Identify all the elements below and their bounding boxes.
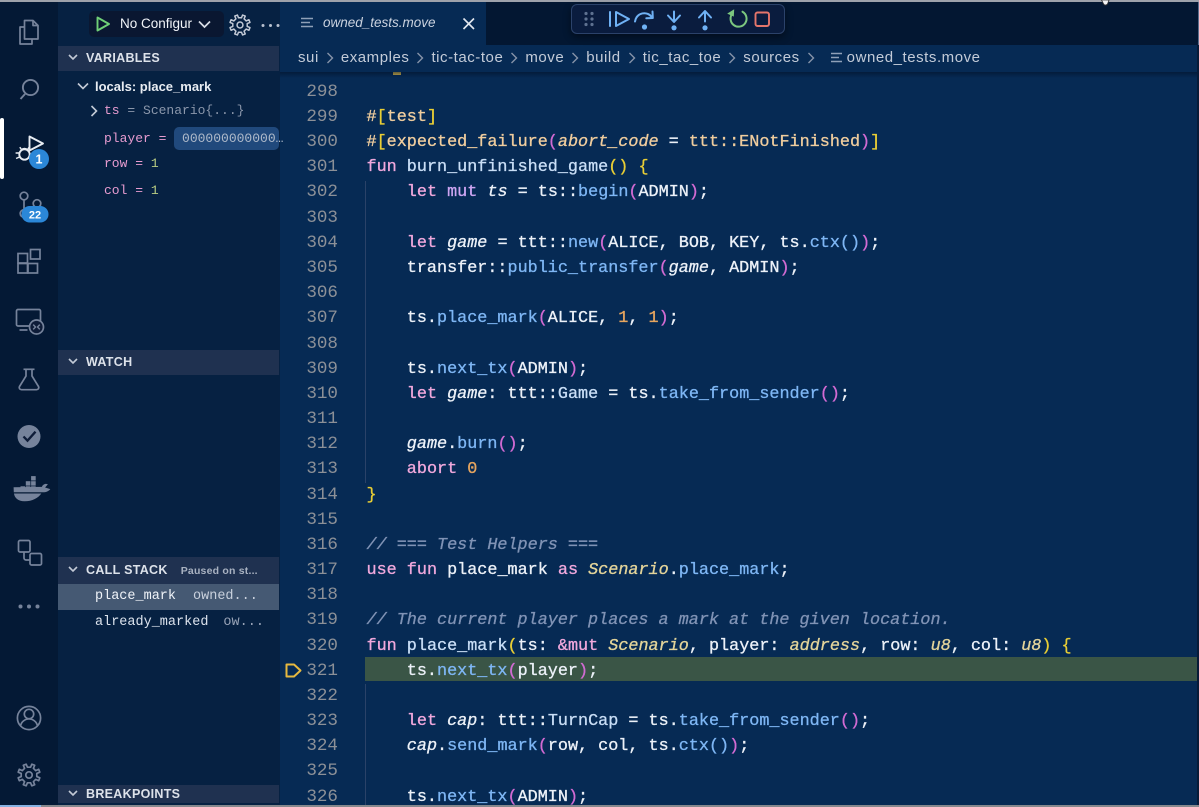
svg-text:22: 22: [29, 210, 41, 222]
svg-text:1: 1: [36, 153, 43, 167]
